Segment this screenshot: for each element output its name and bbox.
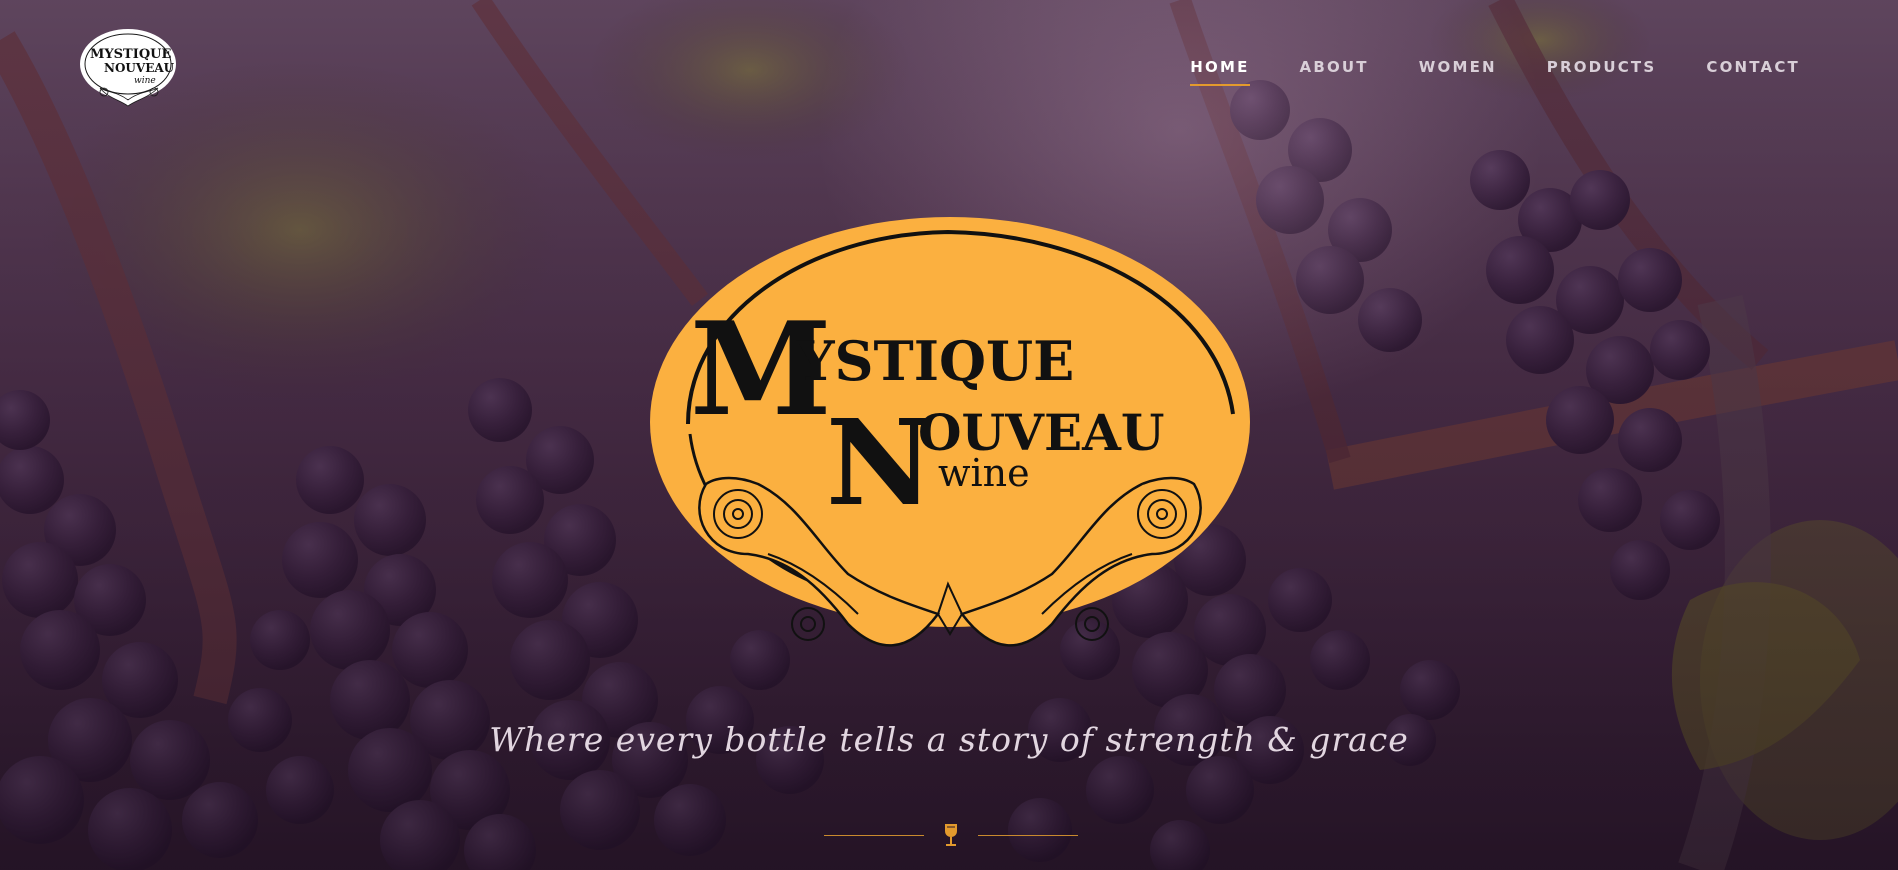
hero-tagline: Where every bottle tells a story of stre… bbox=[489, 720, 1409, 759]
brand-emblem-logo: M YSTIQUE N OUVEAU wine bbox=[650, 217, 1250, 647]
divider-line-right bbox=[978, 835, 1078, 836]
nav-item-about[interactable]: ABOUT bbox=[1300, 58, 1369, 86]
logo-text-line3: wine bbox=[134, 76, 156, 86]
logo-text-line2: NOUVEAU bbox=[104, 61, 175, 75]
wine-glass-icon bbox=[945, 824, 957, 846]
divider-line-left bbox=[824, 835, 924, 836]
logo-text-line1: MYSTIQUE bbox=[90, 47, 171, 62]
nav-item-products[interactable]: PRODUCTS bbox=[1547, 58, 1657, 86]
main-navigation: HOME ABOUT WOMEN PRODUCTS CONTACT bbox=[1140, 58, 1800, 86]
emblem-text-line1: YSTIQUE bbox=[795, 329, 1074, 393]
emblem-text-line3: wine bbox=[938, 451, 1030, 495]
site-logo[interactable]: MYSTIQUE NOUVEAU wine bbox=[78, 26, 182, 108]
nav-item-contact[interactable]: CONTACT bbox=[1706, 58, 1800, 86]
nav-item-home[interactable]: HOME bbox=[1190, 58, 1250, 86]
nav-item-women[interactable]: WOMEN bbox=[1419, 58, 1497, 86]
section-divider bbox=[824, 820, 1078, 852]
